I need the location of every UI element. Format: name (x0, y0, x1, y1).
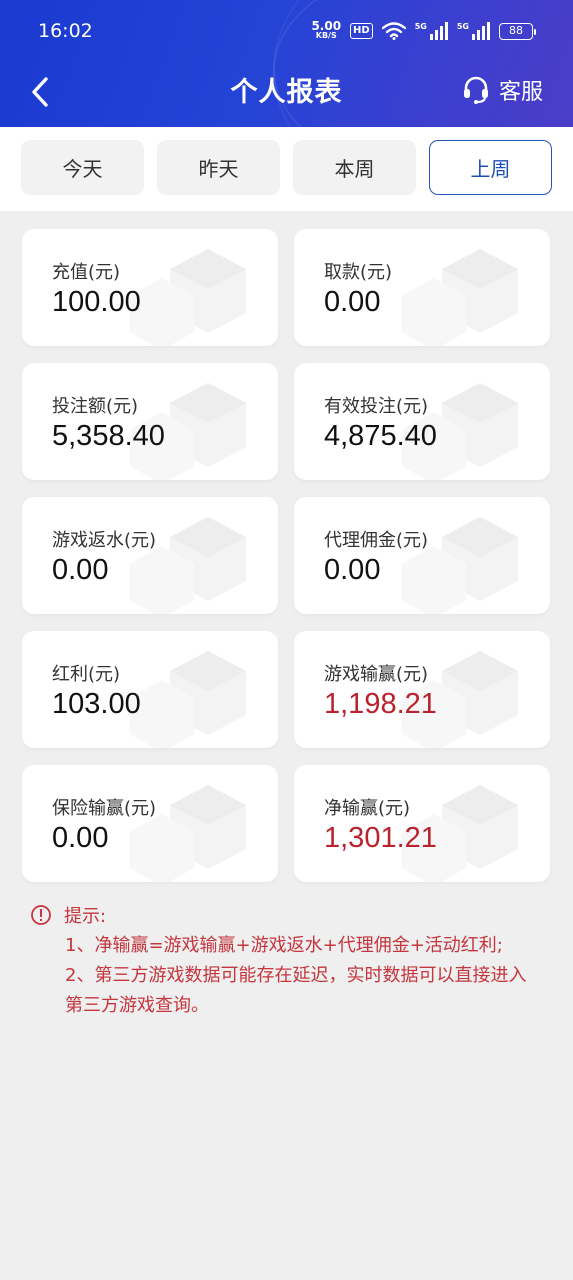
stat-label: 红利(元) (52, 664, 121, 685)
headset-icon (463, 76, 488, 104)
network-speed-value: 5.00 (311, 19, 342, 33)
app-header: 16:02 5.00 KB/S HD 5G 5G 88 个人报表 客服 (0, 0, 573, 127)
sim2-label: 5G (456, 22, 469, 31)
tab-yesterday[interactable]: 昨天 (157, 140, 280, 195)
stat-label: 有效投注(元) (324, 396, 429, 417)
tab-today[interactable]: 今天 (21, 140, 144, 195)
stat-card: 有效投注(元) 4,875.40 (294, 363, 550, 480)
tips-panel: 提示: 1、净输赢=游戏输赢+游戏返水+代理佣金+活动红利; 2、第三方游戏数据… (30, 901, 550, 1021)
customer-service-button[interactable]: 客服 (462, 74, 543, 106)
tab-this-week[interactable]: 本周 (293, 140, 416, 195)
stat-value: 103.00 (52, 688, 141, 720)
stat-value: 0.00 (52, 822, 109, 854)
stat-value: 100.00 (52, 286, 141, 318)
stat-card: 充值(元) 100.00 (22, 229, 278, 346)
customer-service-label: 客服 (498, 80, 543, 105)
stat-card: 游戏输赢(元) 1,198.21 (294, 631, 550, 748)
stat-label: 投注额(元) (52, 396, 139, 417)
tips-line-1: 1、净输赢=游戏输赢+游戏返水+代理佣金+活动红利; (65, 935, 503, 956)
stat-label: 净输赢(元) (324, 798, 411, 819)
network-speed: 5.00 KB/S (311, 19, 342, 40)
stat-value: 1,301.21 (324, 822, 437, 854)
stat-label: 保险输赢(元) (52, 798, 157, 819)
stat-label: 游戏返水(元) (52, 530, 157, 551)
tips-line-3: 第三方游戏查询。 (65, 995, 209, 1016)
wifi-icon (381, 22, 406, 40)
stat-card: 游戏返水(元) 0.00 (22, 497, 278, 614)
tips-title: 提示: (64, 906, 107, 927)
date-range-tabs: 今天 昨天 本周 上周 (0, 127, 573, 211)
signal-icon: 5G (457, 22, 490, 40)
stat-label: 游戏输赢(元) (324, 664, 429, 685)
watermark-cube-icon (401, 278, 467, 346)
stat-label: 取款(元) (324, 262, 393, 283)
stat-value: 1,198.21 (324, 688, 437, 720)
tab-last-week[interactable]: 上周 (429, 140, 552, 195)
stat-card: 保险输赢(元) 0.00 (22, 765, 278, 882)
stat-label: 代理佣金(元) (324, 530, 429, 551)
stat-label: 充值(元) (52, 262, 121, 283)
stat-card: 红利(元) 103.00 (22, 631, 278, 748)
status-bar: 16:02 5.00 KB/S HD 5G 5G 88 (0, 0, 573, 64)
network-speed-unit: KB/S (315, 31, 337, 40)
status-icons: 5.00 KB/S HD 5G 5G 88 (311, 19, 536, 40)
info-icon (31, 905, 51, 925)
hd-icon: HD (350, 23, 373, 39)
stat-card: 代理佣金(元) 0.00 (294, 497, 550, 614)
stat-value: 5,358.40 (52, 420, 165, 452)
tips-line-2: 2、第三方游戏数据可能存在延迟，实时数据可以直接进入 (65, 965, 527, 986)
signal-icon: 5G (415, 22, 448, 40)
tips-header: 提示: (30, 901, 550, 929)
stat-value: 0.00 (324, 554, 381, 586)
stat-value: 0.00 (324, 286, 381, 318)
stat-card: 净输赢(元) 1,301.21 (294, 765, 550, 882)
stat-card: 取款(元) 0.00 (294, 229, 550, 346)
stat-card: 投注额(元) 5,358.40 (22, 363, 278, 480)
status-time: 16:02 (38, 20, 93, 42)
battery-icon: 88 (499, 22, 536, 40)
sim1-label: 5G (414, 22, 427, 31)
stat-value: 0.00 (52, 554, 109, 586)
stat-value: 4,875.40 (324, 420, 437, 452)
